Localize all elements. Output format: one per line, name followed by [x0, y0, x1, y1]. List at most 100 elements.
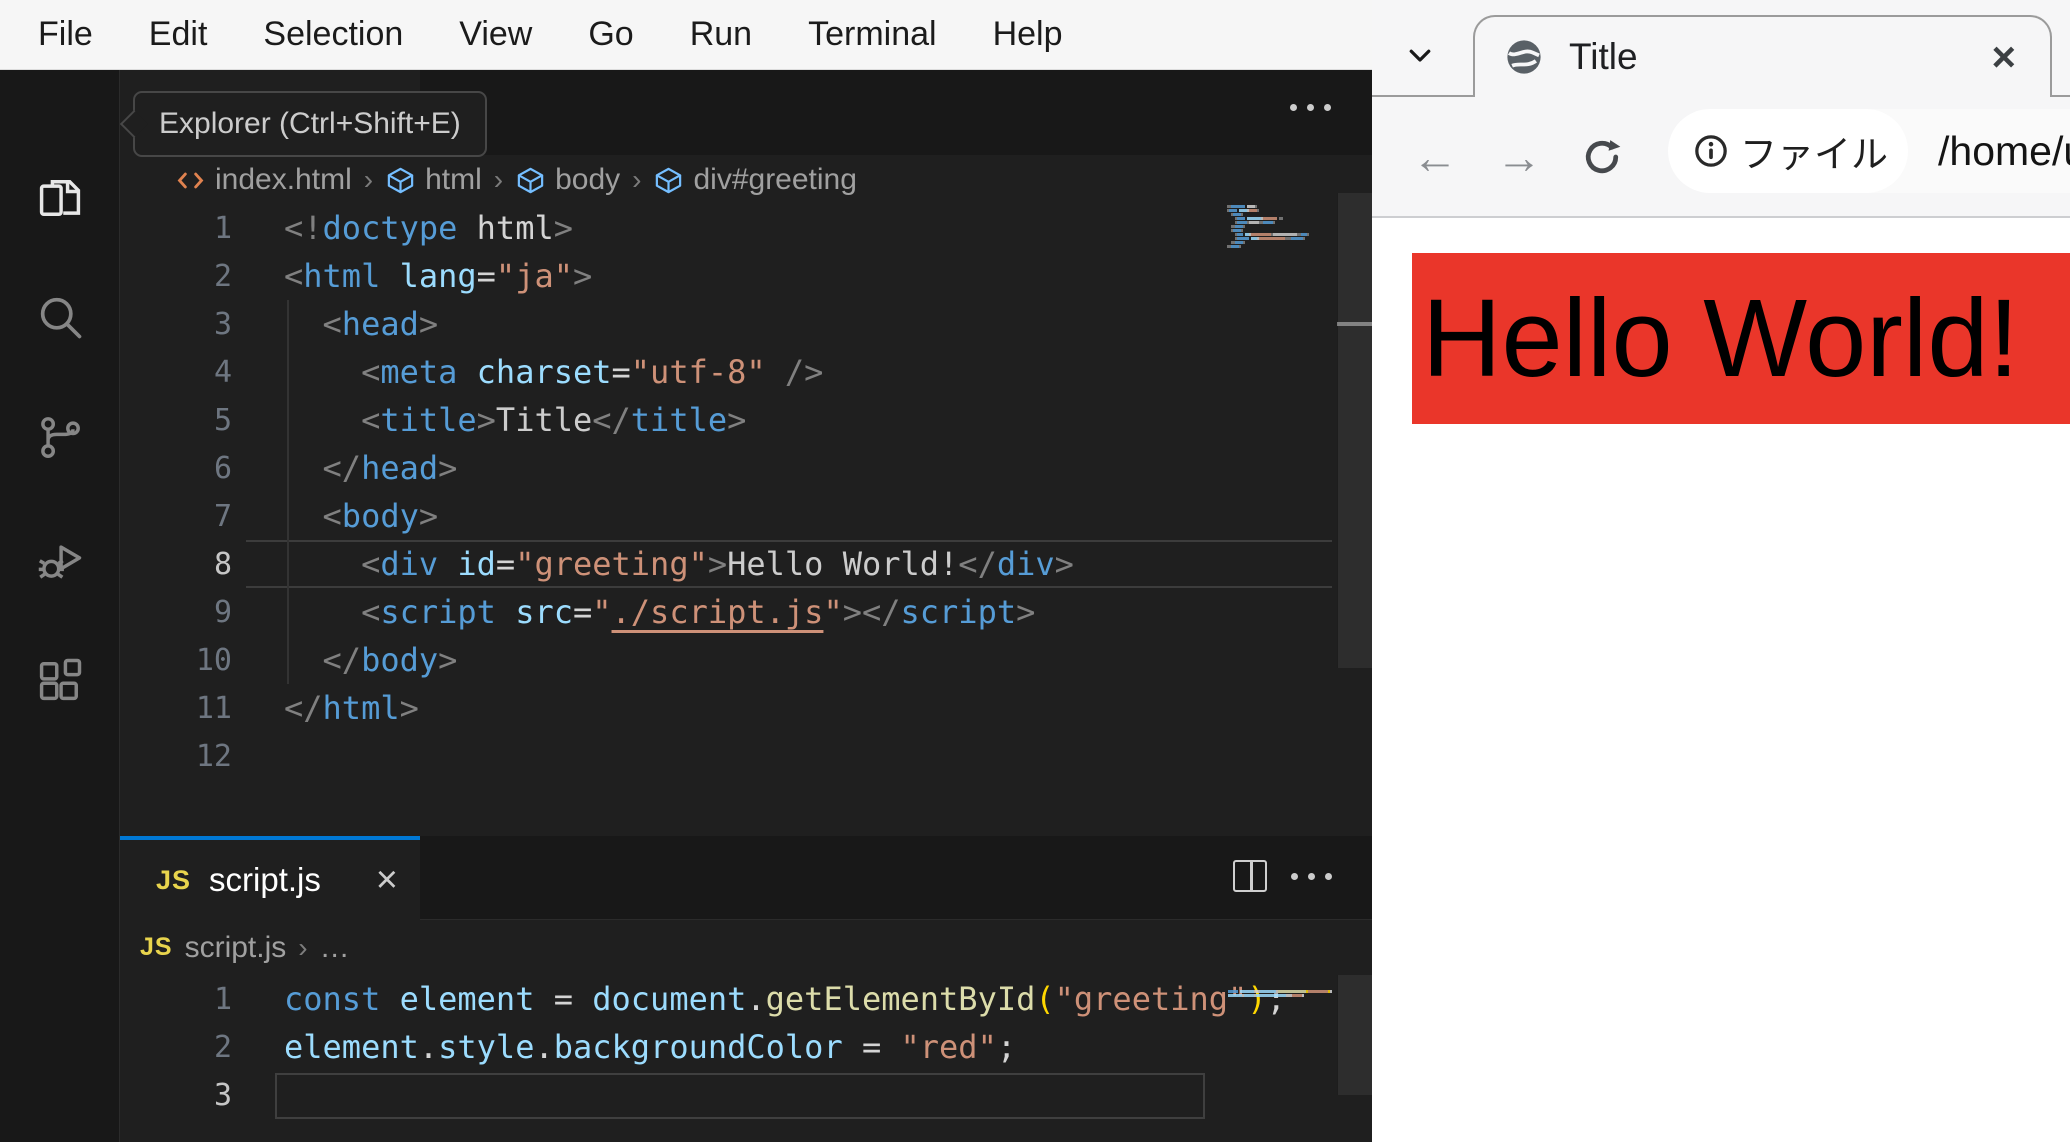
breadcrumb-label: script.js [184, 930, 287, 964]
code-line[interactable]: 1 <!doctype html> [120, 204, 1372, 252]
code-text: element.style.backgroundColor = "red"; [284, 1028, 1017, 1066]
globe-icon [1507, 40, 1541, 74]
symbol-element-icon [653, 165, 684, 196]
run-debug-icon[interactable] [34, 533, 86, 585]
browser-tab[interactable]: Title × [1473, 15, 2052, 97]
menu-item-file[interactable]: File [10, 15, 121, 54]
code-line[interactable]: 10 </body> [120, 636, 1372, 684]
line-number: 3 [213, 1077, 232, 1113]
breadcrumb-item[interactable]: index.html [175, 163, 352, 197]
breadcrumb-label: div#greeting [693, 163, 857, 196]
editor-more-actions-icon[interactable] [1291, 873, 1332, 880]
line-number: 9 [213, 594, 232, 630]
tab-script-js[interactable]: JS script.js × [120, 836, 420, 920]
current-line-highlight [275, 1073, 1205, 1119]
minimap-line [1227, 237, 1309, 240]
minimap-line [1227, 209, 1309, 212]
vscode-window: File Edit Selection View Go Run Terminal Help i… [0, 0, 1373, 1142]
menu-item-run[interactable]: Run [662, 15, 780, 54]
split-editor-icon[interactable] [1233, 860, 1267, 892]
menu-item-view[interactable]: View [431, 15, 560, 54]
menu-item-go[interactable]: Go [560, 15, 661, 54]
source-control-icon[interactable] [34, 411, 86, 463]
browser-toolbar: ← → ファイル /home/u [1372, 97, 2070, 218]
code-text: <meta charset="utf-8" /> [361, 353, 824, 391]
code-line[interactable]: 5 <title>Title</title> [120, 396, 1372, 444]
minimap[interactable] [1228, 990, 1332, 1001]
close-tab-icon[interactable]: × [1991, 36, 2016, 78]
breadcrumb-label: index.html [215, 163, 352, 196]
browser-window: Title × ← → ファイル /home/u [1372, 0, 2070, 1142]
scrollbar[interactable] [1337, 975, 1373, 1095]
line-number: 7 [213, 498, 232, 534]
address-bar[interactable]: ファイル /home/u [1668, 109, 2070, 193]
breadcrumb-item[interactable]: JS script.js [140, 931, 286, 965]
line-number: 4 [213, 354, 232, 390]
code-line[interactable]: 11 </html> [120, 684, 1372, 732]
code-line[interactable]: 3 <head> [120, 300, 1372, 348]
js-file-icon: JS [140, 933, 173, 961]
code-line[interactable]: 2 <html lang="ja"> [120, 252, 1372, 300]
explorer-icon[interactable] [34, 172, 86, 224]
line-number: 2 [213, 258, 232, 294]
tab-title: Title [1569, 36, 1638, 77]
minimap-line [1227, 229, 1309, 232]
code-text: </body> [322, 641, 458, 679]
code-line[interactable]: 1 const element = document.getElementById… [120, 975, 1372, 1023]
menu-item-help[interactable]: Help [965, 15, 1091, 54]
breadcrumb-separator: › [363, 164, 374, 195]
code-text: <head> [322, 305, 439, 343]
minimap-line [1227, 241, 1309, 244]
code-line[interactable]: 4 <meta charset="utf-8" /> [120, 348, 1372, 396]
line-number: 12 [195, 738, 232, 774]
code-line[interactable]: 2 element.style.backgroundColor = "red"; [120, 1023, 1372, 1071]
info-icon [1695, 135, 1727, 167]
greeting-text: Hello World! [1422, 277, 2020, 400]
code-text: <title>Title</title> [361, 401, 747, 439]
current-line-highlight [246, 540, 1332, 588]
minimap-line [1228, 998, 1332, 1001]
breadcrumb-item[interactable]: div#greeting [653, 163, 857, 197]
minimap-line [1227, 249, 1309, 252]
search-icon[interactable] [34, 291, 86, 343]
symbol-element-icon [515, 165, 546, 196]
extensions-icon[interactable] [34, 654, 86, 706]
line-number: 3 [213, 306, 232, 342]
line-number: 1 [213, 981, 232, 1017]
breadcrumb-label: … [319, 930, 350, 964]
back-icon[interactable]: ← [1412, 130, 1458, 184]
minimap-line [1227, 221, 1309, 224]
file-scheme-chip[interactable]: ファイル [1668, 109, 1908, 193]
breadcrumb-item[interactable]: html [385, 163, 482, 197]
tooltip-text: Explorer (Ctrl+Shift+E) [159, 107, 461, 140]
breadcrumb-item[interactable]: … [320, 931, 350, 965]
line-number: 2 [213, 1029, 232, 1065]
menu-item-edit[interactable]: Edit [121, 15, 236, 54]
code-line[interactable]: 7 <body> [120, 492, 1372, 540]
code-line[interactable]: 6 </head> [120, 444, 1372, 492]
editor-html-code[interactable]: 1 <!doctype html> 2 <html lang="ja"> 3 <head… [120, 204, 1372, 820]
code-line[interactable]: 12 [120, 732, 1372, 780]
code-line[interactable]: 9 <script src="./script.js"></script> [120, 588, 1372, 636]
url-text: /home/u [1938, 127, 2070, 174]
forward-icon[interactable]: → [1496, 130, 1542, 184]
minimap-line [1227, 225, 1309, 228]
menu-item-selection[interactable]: Selection [235, 15, 431, 54]
code-text: const element = document.getElementById(… [284, 980, 1286, 1018]
breadcrumb: JS script.js ›… [120, 920, 1372, 975]
editor-more-actions-icon[interactable] [1290, 104, 1331, 111]
tab-search-chevron-icon[interactable] [1402, 40, 1438, 70]
editor-tab-bar-js: JS script.js × [120, 836, 1372, 920]
line-number: 10 [195, 642, 232, 678]
reload-icon[interactable] [1580, 135, 1624, 179]
menu-item-terminal[interactable]: Terminal [780, 15, 964, 54]
symbol-element-icon [385, 165, 416, 196]
minimap-line [1227, 205, 1309, 208]
minimap[interactable] [1227, 205, 1309, 252]
menu-bar: File Edit Selection View Go Run Terminal Help [0, 0, 1372, 70]
breadcrumb: index.html › html › body › div#greeting [120, 155, 1372, 205]
breadcrumb-item[interactable]: body [515, 163, 620, 197]
close-tab-icon[interactable]: × [376, 861, 398, 899]
scrollbar[interactable] [1337, 193, 1373, 668]
code-text: </head> [322, 449, 458, 487]
